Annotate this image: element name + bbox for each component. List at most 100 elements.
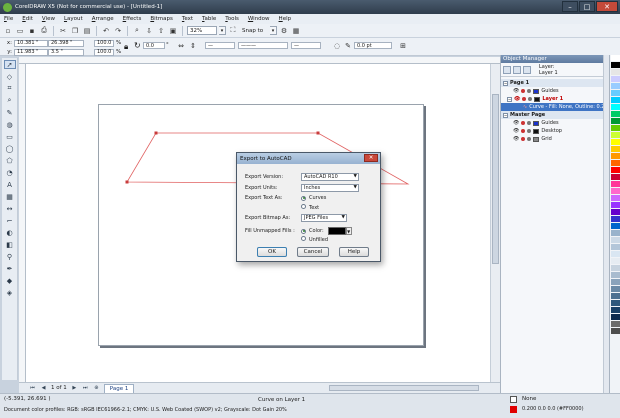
transparency-tool-icon[interactable]: ◧ (4, 240, 16, 249)
color-swatch[interactable] (611, 174, 620, 181)
options-gear-icon[interactable]: ⚙ (279, 26, 289, 36)
color-swatch[interactable] (611, 286, 620, 293)
color-swatch[interactable] (611, 300, 620, 307)
color-swatch[interactable] (611, 251, 620, 258)
publish-pdf-icon[interactable]: ▣ (168, 26, 178, 36)
close-button[interactable]: ✕ (596, 1, 618, 12)
chevron-down-icon[interactable]: ▼ (345, 227, 352, 235)
close-curve-icon[interactable]: ◌ (332, 41, 342, 51)
color-swatch[interactable] (611, 118, 620, 125)
search-content-icon[interactable]: ⌕ (132, 26, 142, 36)
tree-master-guides[interactable]: 👁︎ Guides (501, 119, 604, 127)
polygon-tool-icon[interactable]: ⬠ (4, 156, 16, 165)
color-swatch[interactable] (611, 125, 620, 132)
color-swatch[interactable] (611, 181, 620, 188)
import-icon[interactable]: ⇩ (144, 26, 154, 36)
end-arrowhead-selector[interactable]: — (291, 42, 321, 49)
color-swatch[interactable] (611, 244, 620, 251)
shape-tool-icon[interactable]: ◇ (4, 72, 16, 81)
add-page-icon[interactable]: ⊕ (93, 385, 100, 392)
print-toggle-icon[interactable] (521, 121, 526, 125)
lock-toggle-icon[interactable] (527, 121, 532, 125)
color-profiles[interactable]: Document color profiles: RGB: sRGB IEC61… (4, 407, 287, 413)
help-button[interactable]: Help (339, 247, 369, 257)
horizontal-scrollbar[interactable] (329, 385, 479, 391)
color-swatch[interactable] (611, 314, 620, 321)
color-swatch[interactable] (611, 146, 620, 153)
menu-arrange[interactable]: Arrange (92, 16, 114, 22)
print-toggle-icon[interactable] (521, 129, 526, 133)
print-icon[interactable]: ⎙ (39, 26, 49, 36)
fill-color-radio[interactable]: Color: (301, 228, 324, 234)
undo-icon[interactable]: ↶ (101, 26, 111, 36)
export-units-select[interactable]: Inches ▼ (301, 184, 359, 192)
freehand-tool-icon[interactable]: ✎ (4, 108, 16, 117)
outline-width-field[interactable]: 0.0 pt (354, 42, 392, 49)
collapse-icon[interactable]: − (503, 80, 508, 86)
tree-layer-1[interactable]: − 👁︎ Layer 1 (501, 95, 604, 103)
paste-icon[interactable]: ▤ (82, 26, 92, 36)
color-swatch[interactable] (611, 195, 620, 202)
color-swatch[interactable] (611, 328, 620, 335)
rectangle-tool-icon[interactable]: ▭ (4, 132, 16, 141)
curve-node[interactable] (154, 131, 158, 135)
save-icon[interactable]: ▪ (27, 26, 37, 36)
zoom-level-field[interactable]: 32% (187, 26, 217, 35)
layer-manager-icon[interactable] (513, 65, 521, 74)
color-swatch[interactable] (611, 90, 620, 97)
application-launcher-icon[interactable]: ▦ (291, 26, 301, 36)
menu-help[interactable]: Help (279, 16, 292, 22)
maximize-button[interactable]: □ (579, 1, 595, 12)
menu-layout[interactable]: Layout (64, 16, 83, 22)
menu-effects[interactable]: Effects (123, 16, 142, 22)
table-tool-icon[interactable]: ▦ (4, 192, 16, 201)
collapse-icon[interactable]: − (503, 112, 508, 118)
chevron-down-icon[interactable]: ▾ (270, 26, 277, 35)
eye-icon[interactable]: 👁︎ (513, 120, 519, 126)
color-swatch[interactable] (611, 223, 620, 230)
eye-icon[interactable]: 👁︎ (513, 88, 519, 94)
fill-unfilled-radio[interactable]: Unfilled (301, 236, 328, 243)
collapse-icon[interactable]: − (507, 96, 512, 102)
zoom-tool-icon[interactable]: ⌕ (4, 96, 16, 105)
smart-fill-icon[interactable]: ◍ (4, 120, 16, 129)
tree-grid[interactable]: 👁︎ Grid (501, 135, 604, 143)
print-toggle-icon[interactable] (521, 89, 526, 93)
menu-tools[interactable]: Tools (225, 16, 239, 22)
export-bitmap-select[interactable]: JPEG Files ▼ (301, 214, 347, 222)
eyedropper-tool-icon[interactable]: ⚲ (4, 252, 16, 261)
dimension-tool-icon[interactable]: ↔ (4, 204, 16, 213)
first-page-icon[interactable]: ⏮ (29, 385, 36, 392)
tree-curve-object[interactable]: ∿ Curve - Fill: None, Outline: 0.2 (501, 103, 604, 111)
width-field[interactable]: 26.398 " (48, 39, 84, 47)
color-swatch[interactable] (611, 97, 620, 104)
redo-icon[interactable]: ↷ (113, 26, 123, 36)
color-swatch[interactable] (611, 160, 620, 167)
next-page-icon[interactable]: ▶ (71, 385, 78, 392)
color-swatch[interactable] (611, 321, 620, 328)
new-document-icon[interactable]: ▫ (3, 26, 13, 36)
export-icon[interactable]: ⇧ (156, 26, 166, 36)
fill-tool-icon[interactable]: ◆ (4, 276, 16, 285)
color-swatch[interactable] (611, 188, 620, 195)
lock-toggle-icon[interactable] (528, 97, 533, 101)
open-folder-icon[interactable]: ▭ (15, 26, 25, 36)
color-swatch[interactable] (611, 111, 620, 118)
vertical-ruler[interactable] (19, 64, 26, 382)
scale-x-field[interactable]: 100.0 (94, 39, 114, 47)
minimize-button[interactable]: – (562, 1, 578, 12)
color-swatch[interactable] (611, 272, 620, 279)
lock-ratio-icon[interactable]: 🔒︎ (124, 42, 128, 52)
print-toggle-icon[interactable] (521, 137, 526, 141)
x-position-field[interactable]: 10.381 " (14, 39, 48, 47)
menu-file[interactable]: File (4, 16, 13, 22)
curve-node[interactable] (125, 180, 129, 184)
outline-tool-icon[interactable]: ✒ (4, 264, 16, 273)
menu-edit[interactable]: Edit (22, 16, 33, 22)
menu-text[interactable]: Text (182, 16, 193, 22)
vertical-scrollbar[interactable] (490, 64, 500, 382)
color-swatch[interactable] (611, 104, 620, 111)
color-swatch[interactable] (611, 307, 620, 314)
color-swatch[interactable] (611, 279, 620, 286)
chevron-down-icon[interactable]: ▾ (219, 26, 226, 35)
